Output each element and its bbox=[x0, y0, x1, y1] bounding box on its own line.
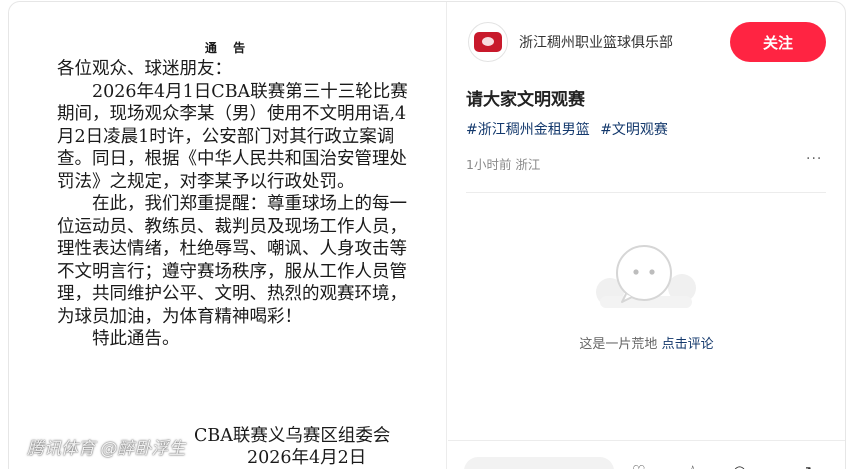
notice-paragraph-3: 特此通告。 bbox=[92, 329, 180, 349]
footer-divider bbox=[448, 440, 845, 441]
post-panel: 浙江稠州职业篮球俱乐部 关注 请大家文明观赛 #浙江稠州金租男篮 #文明观赛 1… bbox=[448, 2, 845, 469]
notice-date: 2026年4月2日 bbox=[247, 448, 367, 468]
empty-comments-icon bbox=[596, 245, 696, 308]
share-icon[interactable]: ↗ bbox=[800, 462, 813, 469]
divider bbox=[466, 192, 826, 193]
post-tags: #浙江稠州金租男篮 #文明观赛 bbox=[466, 119, 674, 139]
notice-body: 各位观众、球迷朋友： 2026年4月1日CBA联赛第三十三轮比赛期间，现场观众李… bbox=[57, 58, 417, 351]
watermark: 腾讯体育 @醉卧浮生 bbox=[27, 439, 186, 459]
empty-comments-text: 这是一片荒地 点击评论 bbox=[448, 333, 845, 352]
tag-link[interactable]: #浙江稠州金租男篮 bbox=[466, 122, 590, 138]
notice-paragraph-1: 2026年4月1日CBA联赛第三十三轮比赛期间，现场观众李某（男）使用不文明用语… bbox=[57, 81, 408, 192]
comment-icon[interactable]: ○ bbox=[733, 462, 746, 469]
notice-salutation: 各位观众、球迷朋友： bbox=[57, 59, 232, 79]
post-title: 请大家文明观赛 bbox=[466, 90, 585, 110]
club-logo-icon bbox=[474, 32, 502, 52]
tag-link[interactable]: #文明观赛 bbox=[600, 122, 668, 138]
notice-paragraph-2: 在此，我们郑重提醒：尊重球场上的每一位运动员、教练员、裁判员及现场工作人员，理性… bbox=[57, 194, 407, 327]
like-icon[interactable]: ♡ bbox=[632, 462, 645, 469]
author-avatar[interactable] bbox=[468, 22, 508, 62]
notice-image[interactable]: 通 告 各位观众、球迷朋友： 2026年4月1日CBA联赛第三十三轮比赛期间，现… bbox=[9, 2, 447, 469]
post-meta: 1小时前 浙江 bbox=[466, 157, 541, 172]
notice-title: 通 告 bbox=[204, 41, 252, 55]
more-options-icon[interactable]: ··· bbox=[806, 151, 822, 167]
collect-icon[interactable]: ☆ bbox=[686, 462, 699, 469]
empty-comments-label: 这是一片荒地 bbox=[579, 337, 658, 352]
comment-input[interactable] bbox=[464, 457, 614, 469]
click-to-comment-link[interactable]: 点击评论 bbox=[662, 337, 714, 352]
follow-button[interactable]: 关注 bbox=[730, 22, 826, 62]
author-name[interactable]: 浙江稠州职业篮球俱乐部 bbox=[519, 32, 673, 52]
